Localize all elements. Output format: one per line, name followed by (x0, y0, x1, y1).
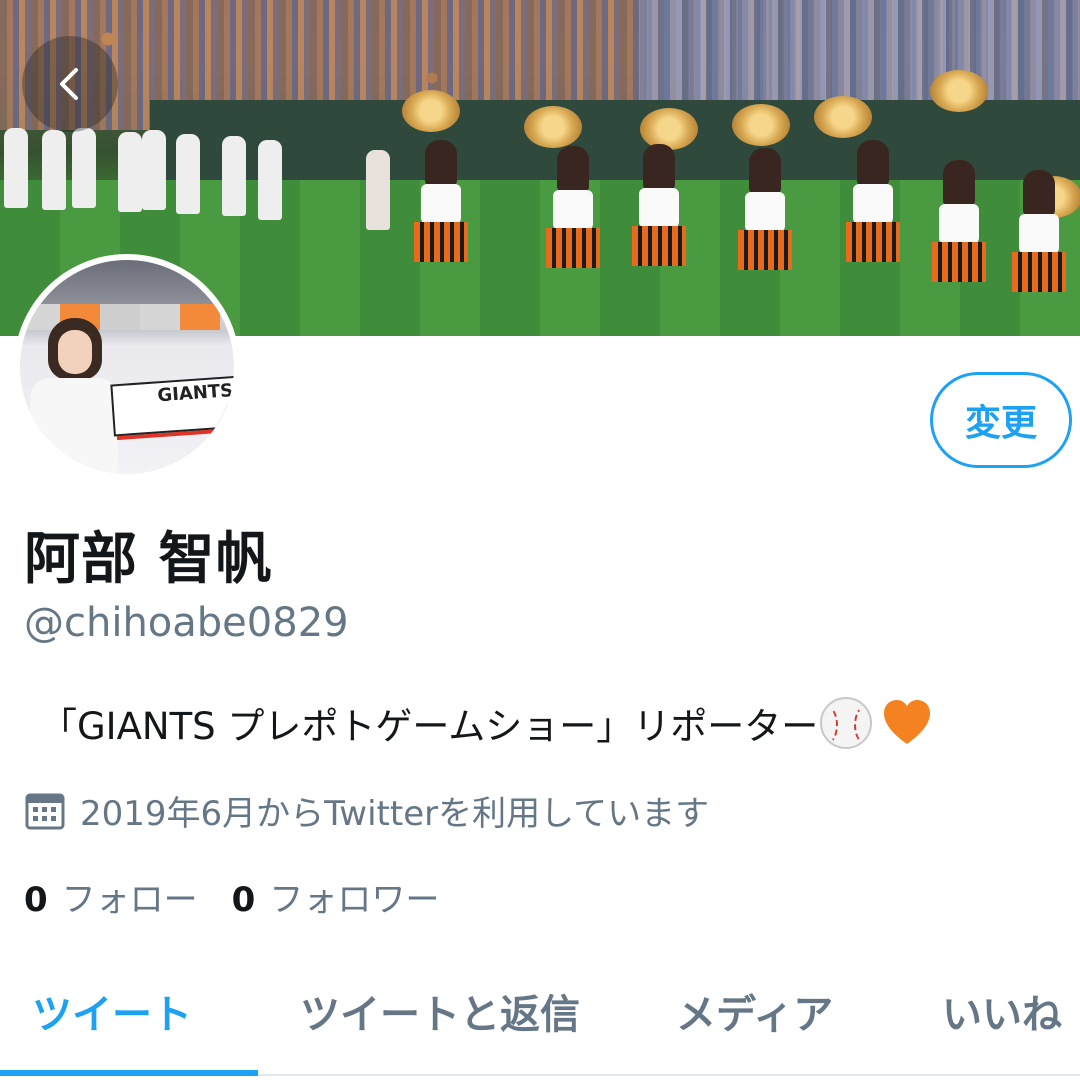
banner-crowd-right (640, 0, 1080, 110)
banner-player (118, 132, 142, 212)
banner-player (72, 128, 96, 208)
banner-player (42, 130, 66, 210)
following-count: 0 (24, 880, 48, 920)
following-stat[interactable]: 0 フォロー (24, 872, 198, 921)
profile-handle: @chihoabe0829 (24, 600, 349, 646)
orange-heart-icon (884, 700, 931, 744)
chevron-left-icon (60, 68, 78, 100)
profile-tabs: ツイート ツイートと返信 メディア いいね (0, 970, 1080, 1080)
profile-avatar[interactable]: GIANTS (14, 254, 240, 480)
tab-tweets[interactable]: ツイート (32, 982, 192, 1040)
active-tab-indicator (0, 1070, 258, 1076)
avatar-photo: GIANTS (20, 260, 234, 474)
followers-count: 0 (231, 880, 256, 920)
banner-player (4, 128, 28, 208)
edit-profile-button[interactable]: 変更 (930, 372, 1072, 468)
avatar-person-face (58, 330, 92, 374)
avatar-person-body (30, 378, 118, 474)
back-button[interactable] (22, 36, 118, 132)
joined-text: 2019年6月からTwitterを利用しています (80, 794, 710, 834)
banner-player (222, 136, 246, 216)
profile-joined: 2019年6月からTwitterを利用しています (24, 786, 709, 835)
banner-mascot (366, 150, 390, 230)
profile-bio: 「GIANTS プレポトゲームショー」リポーター (40, 696, 934, 750)
tab-media[interactable]: メディア (676, 982, 833, 1040)
banner-player (142, 130, 166, 210)
calendar-icon (25, 793, 65, 829)
banner-player (258, 140, 282, 220)
banner-outfield-wall (150, 100, 1080, 185)
profile-stats: 0 フォロー 0 フォロワー (24, 872, 439, 921)
tab-tweets-and-replies[interactable]: ツイートと返信 (300, 982, 580, 1040)
avatar-logo: GIANTS (110, 375, 234, 437)
avatar-background-stripe (20, 304, 234, 330)
profile-name: 阿部 智帆 (24, 527, 273, 592)
followers-label: フォロワー (269, 880, 440, 920)
tab-likes[interactable]: いいね (942, 982, 1062, 1040)
following-label: フォロー (61, 880, 198, 920)
banner-player (176, 134, 200, 214)
baseball-icon (820, 697, 873, 749)
bio-text: 「GIANTS プレポトゲームショー」リポーター (40, 705, 819, 748)
followers-stat[interactable]: 0 フォロワー (232, 872, 440, 921)
